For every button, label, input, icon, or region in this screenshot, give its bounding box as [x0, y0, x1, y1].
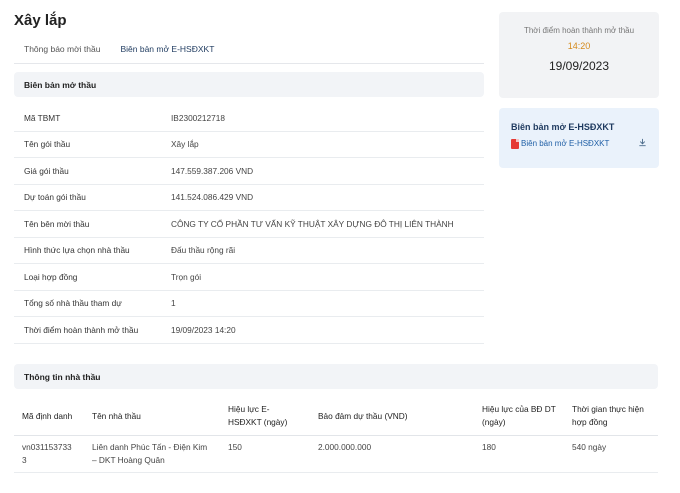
tab-bar: Thông báo mời thầu Biên bản mở E-HSĐXKT	[14, 38, 484, 64]
info-label: Tên bên mời thầu	[24, 218, 90, 229]
contractor-section-header: Thông tin nhà thầu	[14, 364, 658, 389]
tab-invitation[interactable]: Thông báo mời thầu	[14, 38, 110, 63]
info-value: 141.524.086.429 VND	[171, 192, 254, 203]
info-label: Hình thức lựa chọn nhà thầu	[24, 245, 130, 256]
info-label: Tổng số nhà thầu tham dự	[24, 298, 122, 309]
info-value: 19/09/2023 14:20	[171, 324, 236, 335]
info-label: Giá gói thầu	[24, 165, 69, 176]
table-header-row: Mã định danh Tên nhà thầu Hiệu lực E-HSĐ…	[14, 397, 658, 436]
column-header: Thời gian thực hiện hợp đồng	[564, 397, 658, 436]
info-label: Loại hợp đồng	[24, 271, 78, 282]
info-value: CÔNG TY CỔ PHẦN TƯ VẤN KỸ THUẬT XÂY DỰNG…	[171, 218, 454, 229]
document-link[interactable]: Biên bản mở E-HSĐXKT	[511, 138, 647, 149]
info-row: Giá gói thầu 147.559.387.206 VND	[14, 158, 484, 185]
info-row: Tổng số nhà thầu tham dự 1	[14, 291, 484, 317]
table-row: vn0311537333 Liên danh Phúc Tấn - Điện K…	[14, 435, 658, 474]
info-label: Thời điểm hoàn thành mở thầu	[24, 324, 139, 335]
contractor-id: vn0311537333	[14, 435, 84, 474]
contractor-name: Liên danh Phúc Tấn - Điện Kim – DKT Hoàn…	[84, 435, 220, 474]
contractor-guarantee-validity: 180	[474, 435, 564, 474]
pdf-icon	[511, 138, 519, 149]
info-value: 1	[171, 298, 176, 309]
contractor-validity: 150	[220, 435, 310, 474]
info-row: Loại hợp đồng Trọn gói	[14, 264, 484, 291]
completion-time-hour: 14:20	[567, 41, 591, 51]
contractor-guarantee: 2.000.000.000	[310, 435, 474, 474]
info-value: IB2300212718	[171, 112, 225, 123]
page-title: Xây lắp	[14, 12, 67, 29]
column-header: Tên nhà thầu	[84, 397, 220, 436]
column-header: Bảo đảm dự thầu (VND)	[310, 397, 474, 436]
column-header: Hiệu lực E-HSĐXKT (ngày)	[220, 397, 310, 436]
contract-duration: 540 ngày	[564, 435, 658, 474]
document-link-label[interactable]: Biên bản mở E-HSĐXKT	[521, 139, 609, 148]
info-label: Dự toán gói thầu	[24, 192, 86, 203]
info-value: 147.559.387.206 VND	[171, 165, 254, 176]
info-row: Mã TBMT IB2300212718	[14, 105, 484, 132]
contractor-table: Mã định danh Tên nhà thầu Hiệu lực E-HSĐ…	[14, 397, 658, 474]
completion-date: 19/09/2023	[548, 59, 610, 73]
download-icon[interactable]	[638, 138, 647, 149]
completion-time-label: Thời điểm hoàn thành mở thầu	[523, 26, 635, 35]
info-row: Tên bên mời thầu CÔNG TY CỔ PHẦN TƯ VẤN …	[14, 211, 484, 238]
info-table: Mã TBMT IB2300212718 Tên gói thầu Xây lắ…	[14, 105, 484, 344]
info-value: Trọn gói	[171, 271, 202, 282]
completion-time-card: Thời điểm hoàn thành mở thầu 14:20 19/09…	[499, 12, 659, 98]
info-value: Xây lắp	[171, 139, 199, 150]
column-header: Hiệu lực của BĐ DT (ngày)	[474, 397, 564, 436]
info-row: Hình thức lựa chọn nhà thầu Đấu thầu rộn…	[14, 238, 484, 264]
info-value: Đấu thầu rộng rãi	[171, 245, 236, 256]
info-section-header: Biên bản mở thầu	[14, 72, 484, 97]
tab-opening-minutes[interactable]: Biên bản mở E-HSĐXKT	[110, 38, 224, 63]
document-card-title: Biên bản mở E-HSĐXKT	[511, 122, 615, 132]
document-card: Biên bản mở E-HSĐXKT Biên bản mở E-HSĐXK…	[499, 108, 659, 168]
column-header: Mã định danh	[14, 397, 84, 436]
info-row: Dự toán gói thầu 141.524.086.429 VND	[14, 185, 484, 211]
info-label: Mã TBMT	[24, 112, 61, 123]
info-label: Tên gói thầu	[24, 139, 71, 150]
info-row: Thời điểm hoàn thành mở thầu 19/09/2023 …	[14, 317, 484, 344]
info-row: Tên gói thầu Xây lắp	[14, 132, 484, 158]
